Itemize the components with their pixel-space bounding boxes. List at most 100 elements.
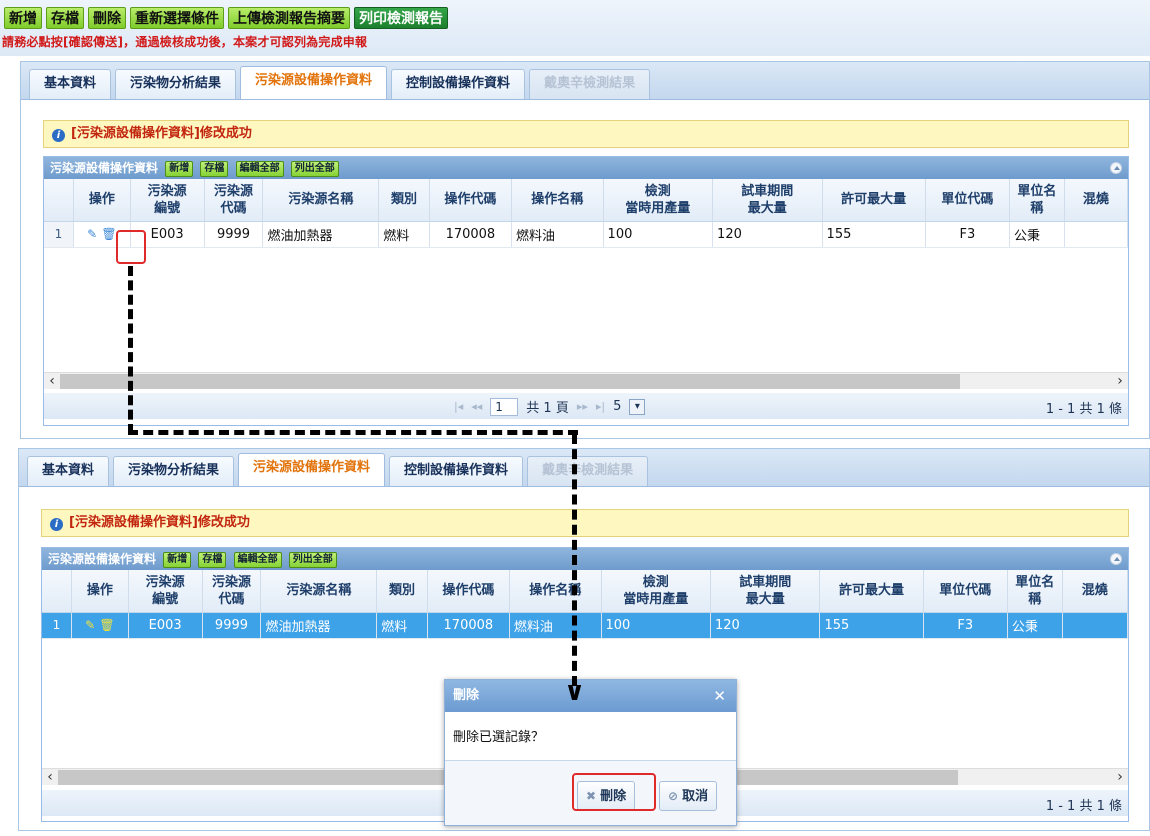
annotation-dash-horizontal bbox=[128, 430, 578, 435]
col-header[interactable]: 污染源 代碼 bbox=[202, 570, 262, 613]
col-header[interactable]: 檢測 當時用產量 bbox=[603, 179, 714, 222]
tab-pollutant-analysis[interactable]: 污染物分析結果 bbox=[115, 69, 237, 99]
col-header[interactable]: 污染源名稱 bbox=[260, 570, 378, 613]
col-header[interactable]: 混燒 bbox=[1064, 179, 1129, 222]
tab-dioxin-results: 戴奧辛檢測結果 bbox=[527, 456, 649, 486]
cell-test-yield: 100 bbox=[601, 612, 711, 639]
cell-unit-code: F3 bbox=[925, 221, 1010, 248]
tab-basic-info[interactable]: 基本資料 bbox=[27, 456, 110, 486]
delete-button[interactable]: 刪除 bbox=[88, 7, 126, 29]
trash-icon[interactable]: 🗑 bbox=[99, 618, 114, 632]
trash-icon[interactable]: 🗑 bbox=[101, 227, 116, 241]
cell-trial-max: 120 bbox=[710, 612, 821, 639]
grid-save-button[interactable]: 存檔 bbox=[198, 552, 227, 568]
col-header[interactable]: 操作名稱 bbox=[511, 179, 604, 222]
grid-save-button[interactable]: 存檔 bbox=[200, 161, 229, 177]
col-header[interactable]: 試車期間 最大量 bbox=[710, 570, 821, 613]
col-header[interactable]: 許可最大量 bbox=[819, 570, 924, 613]
grid-table: 操作 污染源 編號 污染源 代碼 污染源名稱 類別 操作代碼 操作名稱 檢測 當時用產… bbox=[44, 179, 1129, 248]
col-header[interactable]: 單位代碼 bbox=[925, 179, 1010, 222]
table-row[interactable]: 1 ✎ 🗑 E003 9999 燃油加熱器 燃料 170008 燃料油 100 … bbox=[44, 221, 1129, 248]
col-header[interactable]: 操作代碼 bbox=[427, 570, 510, 613]
grid-add-button[interactable]: 新增 bbox=[165, 161, 194, 177]
tab-control-equipment[interactable]: 控制設備操作資料 bbox=[389, 456, 524, 486]
collapse-icon[interactable] bbox=[1110, 162, 1122, 174]
save-button[interactable]: 存檔 bbox=[46, 7, 84, 29]
pager-summary: 1 - 1 共 1 條 bbox=[1045, 402, 1122, 417]
scroll-thumb[interactable] bbox=[60, 374, 960, 389]
chevron-down-icon[interactable]: ▾ bbox=[629, 398, 646, 415]
scroll-left-icon[interactable]: ‹ bbox=[44, 373, 60, 389]
upload-report-summary-button[interactable]: 上傳檢測報告摘要 bbox=[228, 7, 350, 29]
cancel-button[interactable]: ⊘ 取消 bbox=[659, 781, 718, 811]
row-actions: ✎ 🗑 bbox=[71, 612, 129, 639]
close-icon[interactable]: ✕ bbox=[713, 680, 726, 712]
notice-text: [污染源設備操作資料]修改成功 bbox=[71, 126, 252, 141]
col-header[interactable]: 操作名稱 bbox=[509, 570, 602, 613]
first-page-icon[interactable]: |◂ bbox=[454, 400, 463, 413]
horizontal-scrollbar[interactable]: ‹ › bbox=[44, 372, 1128, 389]
tab-basic-info[interactable]: 基本資料 bbox=[29, 69, 112, 99]
scroll-right-icon[interactable]: › bbox=[1112, 769, 1128, 785]
page-number-input[interactable]: 1 bbox=[490, 397, 519, 416]
col-header[interactable]: 單位名稱 bbox=[1009, 179, 1065, 222]
grid-add-button[interactable]: 新增 bbox=[163, 552, 192, 568]
grid-header-row: 操作 污染源 編號 污染源 代碼 污染源名稱 類別 操作代碼 操作名稱 檢測 當時用產… bbox=[44, 179, 1129, 222]
col-header[interactable]: 操作代碼 bbox=[429, 179, 512, 222]
cell-source-code: 9999 bbox=[204, 221, 264, 248]
edit-icon[interactable]: ✎ bbox=[87, 227, 97, 241]
grid-list-all-button[interactable]: 列出全部 bbox=[290, 161, 339, 177]
grid-list-all-button[interactable]: 列出全部 bbox=[288, 552, 337, 568]
tab-source-operation[interactable]: 污染源設備操作資料 bbox=[240, 66, 388, 99]
print-report-button[interactable]: 列印檢測報告 bbox=[354, 7, 448, 29]
cell-op-code: 170008 bbox=[427, 612, 510, 639]
scroll-left-icon[interactable]: ‹ bbox=[42, 769, 58, 785]
cell-trial-max: 120 bbox=[712, 221, 823, 248]
tab-dioxin-results: 戴奧辛檢測結果 bbox=[529, 69, 651, 99]
col-header[interactable]: 混燒 bbox=[1062, 570, 1129, 613]
grid-title-bar: 污染源設備操作資料 新增 存檔 編輯全部 列出全部 bbox=[44, 157, 1128, 179]
info-icon: i bbox=[50, 518, 63, 531]
tab-pollutant-analysis[interactable]: 污染物分析結果 bbox=[113, 456, 235, 486]
col-header[interactable]: 污染源 代碼 bbox=[204, 179, 264, 222]
dialog-message: 刪除已選記錄？ bbox=[453, 730, 545, 745]
col-header[interactable]: 污染源 編號 bbox=[128, 570, 203, 613]
cell-test-yield: 100 bbox=[603, 221, 714, 248]
col-header[interactable]: 單位代碼 bbox=[923, 570, 1008, 613]
highlight-delete-button bbox=[572, 773, 656, 811]
col-header[interactable]: 污染源名稱 bbox=[262, 179, 380, 222]
pager-summary: 1 - 1 共 1 條 bbox=[1045, 799, 1122, 814]
col-header[interactable]: 操作 bbox=[73, 179, 131, 222]
scroll-right-icon[interactable]: › bbox=[1112, 373, 1128, 389]
col-header[interactable]: 類別 bbox=[378, 179, 430, 222]
col-header[interactable]: 許可最大量 bbox=[822, 179, 926, 222]
tab-bar: 基本資料 污染物分析結果 污染源設備操作資料 控制設備操作資料 戴奧辛檢測結果 bbox=[19, 449, 1149, 487]
cell-unit-name: 公秉 bbox=[1007, 612, 1063, 639]
tab-control-equipment[interactable]: 控制設備操作資料 bbox=[391, 69, 526, 99]
add-button[interactable]: 新增 bbox=[4, 7, 42, 29]
success-notice: i [污染源設備操作資料]修改成功 bbox=[41, 509, 1129, 537]
tab-source-operation[interactable]: 污染源設備操作資料 bbox=[238, 453, 386, 486]
col-header[interactable]: 試車期間 最大量 bbox=[712, 179, 823, 222]
col-header[interactable]: 操作 bbox=[71, 570, 129, 613]
collapse-icon[interactable] bbox=[1110, 553, 1122, 565]
col-header[interactable]: 類別 bbox=[376, 570, 428, 613]
grid-edit-all-button[interactable]: 編輯全部 bbox=[235, 161, 284, 177]
last-page-icon[interactable]: ▸| bbox=[596, 400, 605, 413]
annotation-dash-vertical-2 bbox=[572, 434, 577, 686]
cell-cofire bbox=[1062, 612, 1129, 639]
col-header[interactable]: 檢測 當時用產量 bbox=[601, 570, 711, 613]
col-header[interactable]: 污染源 編號 bbox=[130, 179, 205, 222]
col-header[interactable]: 單位名稱 bbox=[1007, 570, 1063, 613]
grid-title: 污染源設備操作資料 bbox=[48, 552, 157, 566]
notice-text: [污染源設備操作資料]修改成功 bbox=[69, 515, 250, 530]
edit-icon[interactable]: ✎ bbox=[85, 618, 95, 632]
reselect-conditions-button[interactable]: 重新選擇條件 bbox=[130, 7, 224, 29]
page-size-value[interactable]: 5 bbox=[613, 399, 621, 414]
data-grid: 污染源設備操作資料 新增 存檔 編輯全部 列出全部 操作 污染源 編號 污染源 代碼… bbox=[43, 156, 1129, 426]
grid-table: 操作 污染源 編號 污染源 代碼 污染源名稱 類別 操作代碼 操作名稱 檢測 當時用產… bbox=[42, 570, 1129, 639]
grid-edit-all-button[interactable]: 編輯全部 bbox=[233, 552, 282, 568]
table-row-selected[interactable]: 1 ✎ 🗑 E003 9999 燃油加熱器 燃料 170008 燃料油 100 … bbox=[42, 612, 1129, 639]
prev-page-icon[interactable]: ◂◂ bbox=[471, 400, 482, 413]
next-page-icon[interactable]: ▸▸ bbox=[577, 400, 588, 413]
